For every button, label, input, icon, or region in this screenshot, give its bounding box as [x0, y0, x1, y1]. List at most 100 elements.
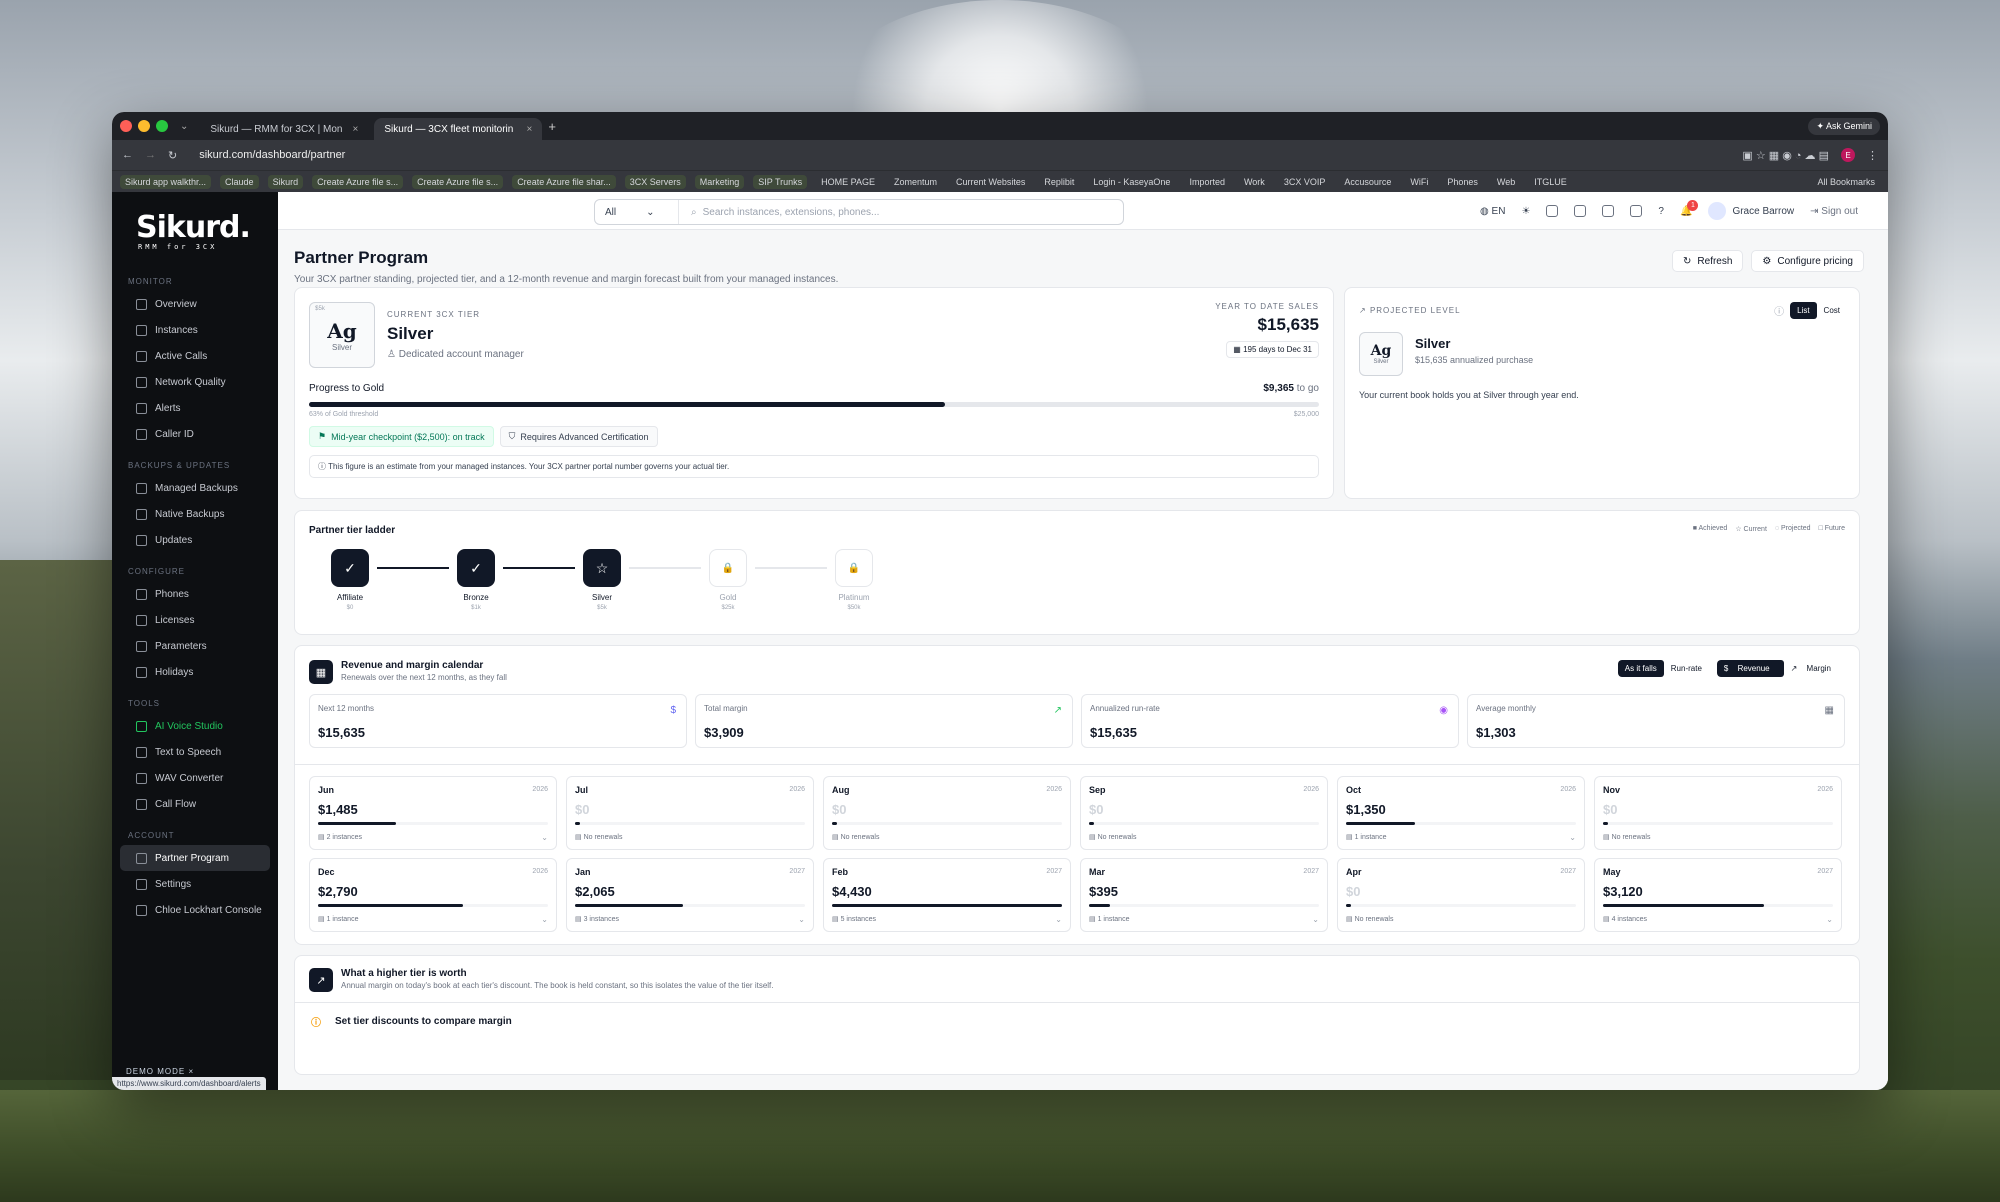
bookmark-item[interactable]: HOME PAGE [816, 175, 880, 189]
profile-avatar[interactable]: E [1841, 148, 1855, 162]
back-icon[interactable]: ← [122, 149, 133, 161]
sidebar-item-licenses[interactable]: Licenses [120, 607, 270, 633]
bookmark-item[interactable]: Web [1492, 175, 1520, 189]
bookmark-item[interactable]: Work [1239, 175, 1270, 189]
bookmark-item[interactable]: SIP Trunks [753, 174, 808, 189]
chevron-down-icon[interactable]: ⌄ [541, 833, 548, 842]
bookmark-item[interactable]: Create Azure file s... [412, 174, 504, 189]
sidebar-item-wav-converter[interactable]: WAV Converter [120, 765, 270, 791]
sidebar-item-partner-program[interactable]: Partner Program [120, 845, 270, 871]
bookmark-item[interactable]: Create Azure file shar... [512, 174, 616, 189]
bookmark-item[interactable]: Claude [220, 174, 259, 189]
chevron-down-icon[interactable]: ⌄ [798, 915, 805, 924]
book-icon[interactable] [1602, 205, 1615, 217]
sidebar-item-text-to-speech[interactable]: Text to Speech [120, 739, 270, 765]
sidebar-item-overview[interactable]: Overview [120, 291, 270, 317]
as-it-falls-option[interactable]: As it falls [1617, 660, 1664, 677]
close-tab-icon[interactable]: × [527, 124, 533, 135]
ask-gemini-button[interactable]: ✦ Ask Gemini [1808, 117, 1880, 135]
monitor-icon[interactable] [1574, 205, 1587, 217]
sidebar-item-call-flow[interactable]: Call Flow [120, 791, 270, 817]
sidebar-item-holidays[interactable]: Holidays [120, 659, 270, 685]
list-option[interactable]: List [1790, 302, 1817, 319]
demo-mode-badge[interactable]: DEMO MODE × [126, 1067, 194, 1076]
month-card[interactable]: Nov 2026 $0 ▤ No renewals [1594, 776, 1842, 850]
bookmark-item[interactable]: 3CX Servers [624, 174, 686, 189]
sidebar-item-caller-id[interactable]: Caller ID [120, 421, 270, 447]
bookmark-item[interactable]: Sikurd app walkthr... [120, 174, 212, 189]
bookmark-item[interactable]: Phones [1442, 175, 1483, 189]
margin-option[interactable]: ↗ Margin [1784, 660, 1845, 677]
bookmark-item[interactable]: Marketing [694, 174, 745, 189]
sidebar-item-network-quality[interactable]: Network Quality [120, 369, 270, 395]
url-field[interactable]: sikurd.com/dashboard/partner [189, 144, 1730, 166]
bookmark-item[interactable]: Current Websites [951, 175, 1030, 189]
zoom-window-button[interactable] [156, 120, 168, 132]
notifications-bell-icon[interactable]: 🔔 1 [1680, 199, 1699, 217]
bookmark-item[interactable]: WiFi [1405, 175, 1433, 189]
cost-option[interactable]: Cost [1817, 302, 1847, 319]
user-menu[interactable]: Grace Barrow [1708, 202, 1794, 220]
chevron-down-icon[interactable]: ⌄ [1826, 915, 1833, 924]
sidebar-item-updates[interactable]: Updates [120, 527, 270, 553]
sidebar-item-alerts[interactable]: Alerts [120, 395, 270, 421]
minimize-window-button[interactable] [138, 120, 150, 132]
language-button[interactable]: ◍ EN [1480, 206, 1505, 217]
forward-icon[interactable]: → [145, 149, 156, 161]
info-icon[interactable]: ⓘ [1774, 303, 1784, 318]
search-scope-select[interactable]: All ⌄ [595, 200, 679, 224]
sidebar-item-managed-backups[interactable]: Managed Backups [120, 475, 270, 501]
month-card[interactable]: Mar 2027 $395 ▤ 1 instance ⌄ [1080, 858, 1328, 932]
all-bookmarks-button[interactable]: All Bookmarks [1812, 175, 1880, 189]
month-card[interactable]: Sep 2026 $0 ▤ No renewals [1080, 776, 1328, 850]
bookmark-item[interactable]: Zomentum [889, 175, 942, 189]
view-toggle[interactable]: As it falls Run-rate [1617, 660, 1709, 677]
search-input[interactable]: Search instances, extensions, phones... [703, 207, 880, 218]
sign-out-button[interactable]: ⇥ Sign out [1810, 206, 1858, 217]
tab-search-icon[interactable]: ⌄ [180, 121, 188, 132]
configure-pricing-button[interactable]: ⚙ Configure pricing [1751, 250, 1864, 272]
close-tab-icon[interactable]: × [353, 124, 359, 135]
sidebar-item-active-calls[interactable]: Active Calls [120, 343, 270, 369]
close-window-button[interactable] [120, 120, 132, 132]
bookmark-item[interactable]: 3CX VOIP [1279, 175, 1331, 189]
chevron-down-icon[interactable]: ⌄ [1569, 833, 1576, 842]
bookmark-item[interactable]: Create Azure file s... [312, 174, 404, 189]
global-search[interactable]: All ⌄ ⌕ Search instances, extensions, phon… [594, 199, 1124, 225]
bookmark-item[interactable]: Replibit [1039, 175, 1079, 189]
bookmark-item[interactable]: ITGLUE [1529, 175, 1572, 189]
browser-tab-active[interactable]: Sikurd — 3CX fleet monitorin × [374, 118, 543, 140]
sidebar-item-ai-voice-studio[interactable]: AI Voice Studio [120, 713, 270, 739]
help-icon[interactable]: ? [1658, 206, 1664, 217]
price-basis-toggle[interactable]: List Cost [1790, 302, 1847, 319]
sidebar-item-phones[interactable]: Phones [120, 581, 270, 607]
revenue-option[interactable]: $ Revenue [1716, 660, 1784, 677]
month-card[interactable]: May 2027 $3,120 ▤ 4 instances ⌄ [1594, 858, 1842, 932]
refresh-button[interactable]: ↻ Refresh [1672, 250, 1744, 272]
month-card[interactable]: Feb 2027 $4,430 ▤ 5 instances ⌄ [823, 858, 1071, 932]
extensions-icon[interactable]: ▣ ☆ ▦ ◉ ◔ ☁ ▤ [1742, 149, 1829, 162]
run-rate-option[interactable]: Run-rate [1664, 660, 1709, 677]
copy-icon[interactable] [1630, 205, 1643, 217]
month-card[interactable]: Aug 2026 $0 ▤ No renewals [823, 776, 1071, 850]
month-card[interactable]: Jan 2027 $2,065 ▤ 3 instances ⌄ [566, 858, 814, 932]
bookmark-item[interactable]: Imported [1184, 175, 1230, 189]
calendar-icon[interactable] [1546, 205, 1559, 217]
month-card[interactable]: Dec 2026 $2,790 ▤ 1 instance ⌄ [309, 858, 557, 932]
sidebar-item-chloe-lockhart-console[interactable]: Chloe Lockhart Console [120, 897, 270, 923]
sidebar-item-parameters[interactable]: Parameters [120, 633, 270, 659]
bookmark-item[interactable]: Login - KaseyaOne [1088, 175, 1175, 189]
browser-tab[interactable]: Sikurd — RMM for 3CX | Mon × [200, 118, 368, 140]
month-card[interactable]: Jun 2026 $1,485 ▤ 2 instances ⌄ [309, 776, 557, 850]
chevron-down-icon[interactable]: ⌄ [541, 915, 548, 924]
month-card[interactable]: Apr 2027 $0 ▤ No renewals [1337, 858, 1585, 932]
sidebar-item-instances[interactable]: Instances [120, 317, 270, 343]
month-card[interactable]: Oct 2026 $1,350 ▤ 1 instance ⌄ [1337, 776, 1585, 850]
browser-menu-icon[interactable]: ⋮ [1867, 149, 1878, 162]
month-card[interactable]: Jul 2026 $0 ▤ No renewals [566, 776, 814, 850]
chevron-down-icon[interactable]: ⌄ [1055, 915, 1062, 924]
reload-icon[interactable]: ↻ [168, 149, 177, 162]
bookmark-item[interactable]: Sikurd [267, 174, 304, 189]
sidebar-item-settings[interactable]: Settings [120, 871, 270, 897]
chevron-down-icon[interactable]: ⌄ [1312, 915, 1319, 924]
